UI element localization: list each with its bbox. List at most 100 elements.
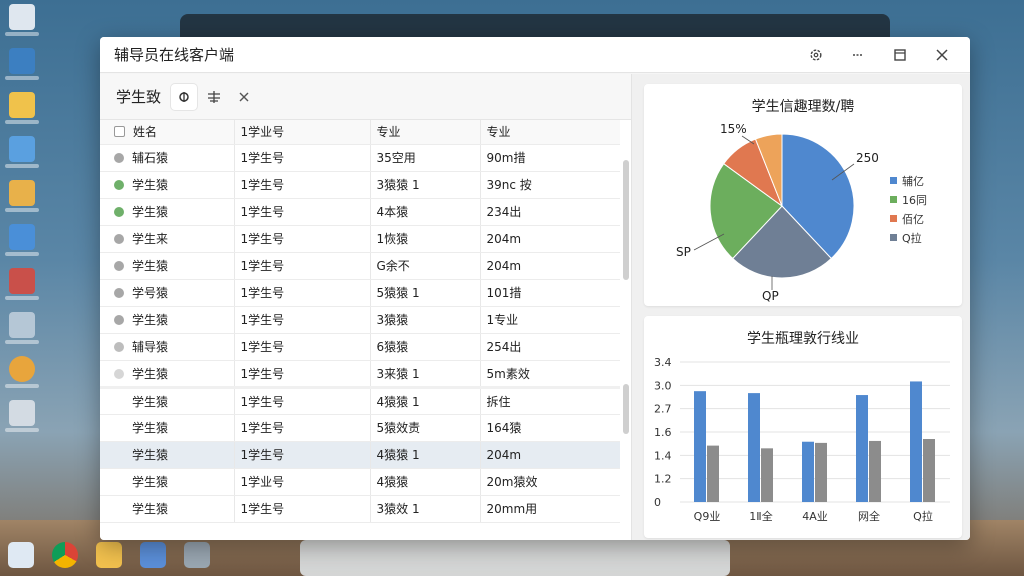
cell-major: 5猿效责 xyxy=(369,414,480,442)
desktop-icon[interactable] xyxy=(4,4,40,36)
chrome-icon[interactable] xyxy=(52,542,78,568)
cell-info: 204m xyxy=(479,225,620,253)
pie-chart-card: 学生信趣理数/聘 15% 250 SP QP 辅亿 16同 佰亿 Q拉 xyxy=(644,84,962,306)
pie-chart-title: 学生信趣理数/聘 xyxy=(751,99,855,115)
table-row[interactable]: 学生猿 1学生号 G余不 204m xyxy=(100,252,620,280)
bar[interactable] xyxy=(869,440,881,502)
cell-info: 204m xyxy=(479,252,620,280)
cell-major: 3猿猿 xyxy=(369,306,480,334)
bar[interactable] xyxy=(707,445,719,502)
table-row[interactable]: 学生猿 1学生号 4本猿 234出 xyxy=(100,198,620,226)
cell-info: 39nc 按 xyxy=(479,171,620,199)
desktop-icon[interactable] xyxy=(4,356,40,388)
table-scrollbar[interactable] xyxy=(623,160,629,280)
table-scrollbar-lower[interactable] xyxy=(623,384,629,434)
pie-chart: 15% 250 SP QP 辅亿 16同佰亿 Q拉 xyxy=(676,122,927,303)
close-list-icon[interactable] xyxy=(231,84,257,110)
cell-name: 学生猿 xyxy=(100,414,234,442)
close-icon[interactable] xyxy=(928,41,956,69)
desktop-icon[interactable] xyxy=(4,48,40,80)
cell-student-id: 1学生号 xyxy=(233,198,370,226)
table-row[interactable]: 学生猿 1学业号 4猿猿 20m猿效 xyxy=(100,468,620,496)
desktop-icon[interactable] xyxy=(4,312,40,344)
desktop-icon[interactable] xyxy=(4,400,40,432)
pie-annotation: 250 xyxy=(856,151,879,165)
cell-major: 3猿猿 1 xyxy=(369,171,480,199)
bar[interactable] xyxy=(761,448,773,502)
table-row[interactable]: 辅石猿 1学生号 35空用 90m措 xyxy=(100,144,620,172)
student-list-panel: 学生致 姓名 1学业号 专业 专业 辅石猿 1学生号 35空用 90m措 学生猿… xyxy=(100,74,632,540)
desktop-icon[interactable] xyxy=(4,268,40,300)
y-tick-label: 1.6 xyxy=(654,426,672,439)
table-row[interactable]: 学生猿 1学生号 4猿猿 1 204m xyxy=(100,441,620,469)
bar-chart-card: 学生瓶理敦行线业 3.4 3.0 2.7 1.6 1.4 1.2 0 Q9业 1Ⅱ全 4A业 网全 Q… xyxy=(644,316,962,538)
folder-icon[interactable] xyxy=(96,542,122,568)
student-name: 辅导猿 xyxy=(132,340,169,354)
bar[interactable] xyxy=(748,393,760,502)
header-id[interactable]: 1学业号 xyxy=(233,120,370,145)
cell-major: 4猿猿 1 xyxy=(369,441,480,469)
bar[interactable] xyxy=(694,391,706,502)
app-icon[interactable] xyxy=(184,542,210,568)
cell-student-id: 1学生号 xyxy=(233,171,370,199)
bar[interactable] xyxy=(802,441,814,502)
table-row[interactable]: 学生猿 1学生号 4猿猿 1 拆住 xyxy=(100,385,620,415)
status-dot-icon xyxy=(114,315,124,325)
cell-major: 1恢猿 xyxy=(369,225,480,253)
select-all-checkbox[interactable] xyxy=(114,126,125,138)
document-icon[interactable] xyxy=(140,542,166,568)
refresh-icon[interactable] xyxy=(171,83,198,110)
desktop-icon[interactable] xyxy=(4,136,40,168)
header-major-2[interactable]: 专业 xyxy=(479,120,620,145)
cell-name: 学生猿 xyxy=(100,198,234,226)
cell-name: 学生猿 xyxy=(100,441,234,469)
cell-name: 学生猿 xyxy=(100,495,234,523)
status-dot-icon xyxy=(114,397,124,407)
legend-swatch xyxy=(890,196,897,203)
cell-major: 4猿猿 xyxy=(369,468,480,496)
bar-chart: 3.4 3.0 2.7 1.6 1.4 1.2 0 Q9业 1Ⅱ全 4A业 网全 Q拉 xyxy=(654,356,950,523)
pie-annotation: QP xyxy=(762,289,779,303)
y-tick-label: 3.4 xyxy=(654,356,672,369)
status-dot-icon xyxy=(114,477,124,487)
cell-info: 254出 xyxy=(479,333,620,361)
taskbar xyxy=(8,540,210,570)
desktop-icon[interactable] xyxy=(4,92,40,124)
bar[interactable] xyxy=(923,439,935,502)
list-title: 学生致 xyxy=(116,88,162,106)
table-row[interactable]: 学生来 1学生号 1恢猿 204m xyxy=(100,225,620,253)
bar[interactable] xyxy=(815,442,827,502)
minimize-icon[interactable] xyxy=(844,41,872,69)
x-tick-label: 网全 xyxy=(858,509,880,523)
table-row[interactable]: 辅导猿 1学生号 6猿猿 254出 xyxy=(100,333,620,361)
cell-name: 学生猿 xyxy=(100,306,234,334)
student-name: 辅石猿 xyxy=(132,151,169,165)
cell-info: 101措 xyxy=(479,279,620,307)
table-header-row: 姓名 1学业号 专业 专业 xyxy=(100,120,620,145)
desktop-icon[interactable] xyxy=(4,180,40,212)
header-name[interactable]: 姓名 xyxy=(100,120,234,145)
charts-panel: 学生信趣理数/聘 15% 250 SP QP 辅亿 16同 佰亿 Q拉 学生瓶理敦行线业 3.… xyxy=(632,74,970,540)
table-row[interactable]: 学生猿 1学生号 3来猿 1 5m素效 xyxy=(100,360,620,388)
bar[interactable] xyxy=(910,381,922,502)
settings-gear-icon[interactable] xyxy=(802,41,830,69)
maximize-icon[interactable] xyxy=(886,41,914,69)
x-tick-label: 1Ⅱ全 xyxy=(749,509,772,523)
cell-info: 234出 xyxy=(479,198,620,226)
student-name: 学生猿 xyxy=(132,475,169,489)
desktop-icon[interactable] xyxy=(4,224,40,256)
table-row[interactable]: 学生猿 1学生号 3猿猿 1 39nc 按 xyxy=(100,171,620,199)
x-tick-label: Q9业 xyxy=(694,510,721,523)
table-row[interactable]: 学生猿 1学生号 3猿效 1 20mm用 xyxy=(100,495,620,523)
header-major[interactable]: 专业 xyxy=(369,120,480,145)
table-row[interactable]: 学生猿 1学生号 3猿猿 1专业 xyxy=(100,306,620,334)
pie-annotation: SP xyxy=(676,245,691,259)
windows-start-icon[interactable] xyxy=(8,542,34,568)
table-row[interactable]: 学生猿 1学生号 5猿效责 164猿 xyxy=(100,414,620,442)
app-window: 辅导员在线客户端 学生致 姓名 1学业号 专业 专业 辅石猿 1学生号 35空用… xyxy=(100,37,970,540)
filter-icon[interactable] xyxy=(201,84,227,110)
keyboard xyxy=(300,540,730,576)
cell-student-id: 1学生号 xyxy=(233,441,370,469)
table-row[interactable]: 学号猿 1学生号 5猿猿 1 101措 xyxy=(100,279,620,307)
bar[interactable] xyxy=(856,395,868,502)
